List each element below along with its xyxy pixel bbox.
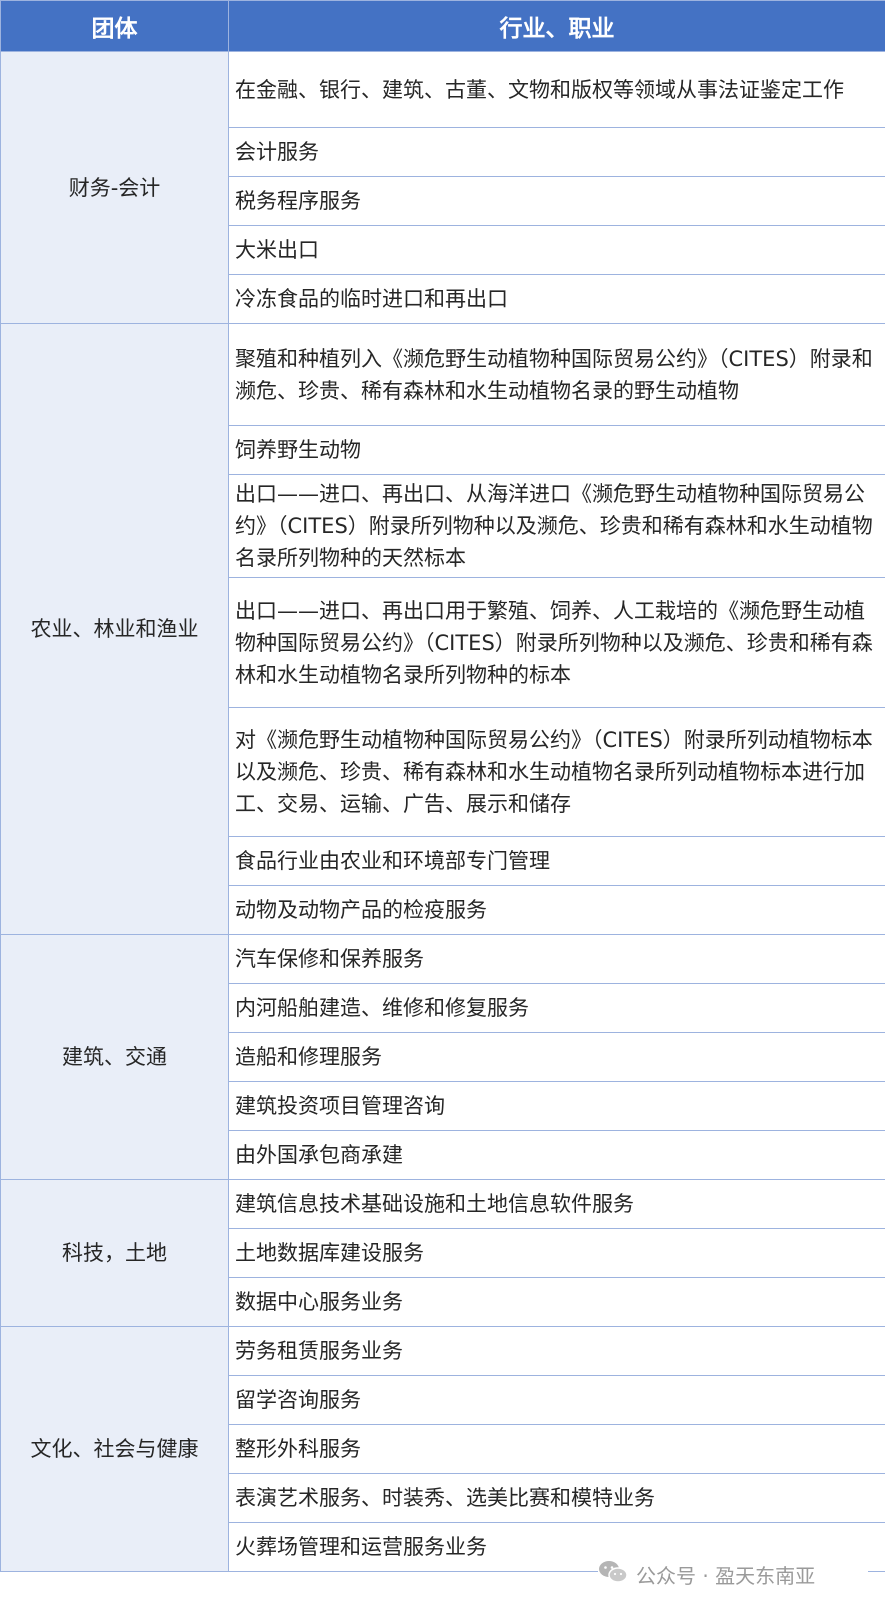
industry-cell: 饲养野生动物	[228, 425, 885, 475]
industry-cell: 出口——进口、再出口、从海洋进口《濒危野生动植物种国际贸易公约》（CITES）附…	[228, 474, 885, 578]
industry-cell: 聚殖和种植列入《濒危野生动植物种国际贸易公约》（CITES）附录和濒危、珍贵、稀…	[228, 323, 885, 426]
industry-cell: 留学咨询服务	[228, 1375, 885, 1425]
industry-cell: 内河船舶建造、维修和修复服务	[228, 983, 885, 1033]
industry-cell: 出口——进口、再出口用于繁殖、饲养、人工栽培的《濒危野生动植物种国际贸易公约》（…	[228, 577, 885, 708]
table-header-row: 团体 行业、职业	[0, 0, 885, 52]
header-group: 团体	[0, 0, 229, 52]
industry-cell: 食品行业由农业和环境部专门管理	[228, 836, 885, 886]
industry-cell: 税务程序服务	[228, 176, 885, 226]
group-cell: 财务-会计	[0, 51, 229, 324]
industry-cell: 建筑投资项目管理咨询	[228, 1081, 885, 1131]
watermark-text: 公众号 · 盈天东南亚	[636, 1563, 816, 1588]
table-row: 科技，土地 建筑信息技术基础设施和土地信息软件服务	[0, 1179, 885, 1327]
industry-cell: 建筑信息技术基础设施和土地信息软件服务	[228, 1179, 885, 1229]
industry-table: 团体 行业、职业 财务-会计 在金融、银行、建筑、古董、文物和版权等领域从事法证…	[0, 0, 885, 1572]
industry-cell: 劳务租赁服务业务	[228, 1326, 885, 1376]
group-cell: 文化、社会与健康	[0, 1326, 229, 1572]
industry-cell: 汽车保修和保养服务	[228, 934, 885, 984]
table-row: 财务-会计 在金融、银行、建筑、古董、文物和版权等领域从事法证鉴定工作	[0, 51, 885, 324]
industry-cell: 会计服务	[228, 127, 885, 177]
group-cell: 建筑、交通	[0, 934, 229, 1180]
group-cell: 科技，土地	[0, 1179, 229, 1327]
industry-cell: 在金融、银行、建筑、古董、文物和版权等领域从事法证鉴定工作	[228, 51, 885, 128]
table-row: 农业、林业和渔业 聚殖和种植列入《濒危野生动植物种国际贸易公约》（CITES）附…	[0, 323, 885, 935]
industry-cell: 对《濒危野生动植物种国际贸易公约》（CITES）附录所列动植物标本以及濒危、珍贵…	[228, 707, 885, 837]
industry-cell: 表演艺术服务、时装秀、选美比赛和模特业务	[228, 1473, 885, 1523]
wechat-icon	[598, 1559, 628, 1590]
table-row: 文化、社会与健康 劳务租赁服务业务	[0, 1326, 885, 1572]
industry-cell: 大米出口	[228, 225, 885, 275]
industry-cell: 动物及动物产品的检疫服务	[228, 885, 885, 935]
table-row: 建筑、交通 汽车保修和保养服务	[0, 934, 885, 1180]
group-cell: 农业、林业和渔业	[0, 323, 229, 935]
industry-cell: 造船和修理服务	[228, 1032, 885, 1082]
industry-cell: 冷冻食品的临时进口和再出口	[228, 274, 885, 324]
industry-cell: 数据中心服务业务	[228, 1277, 885, 1327]
industry-cell: 土地数据库建设服务	[228, 1228, 885, 1278]
watermark: 公众号 · 盈天东南亚	[598, 1557, 868, 1591]
industry-cell: 由外国承包商承建	[228, 1130, 885, 1180]
industry-cell: 整形外科服务	[228, 1424, 885, 1474]
header-industry: 行业、职业	[228, 0, 885, 52]
